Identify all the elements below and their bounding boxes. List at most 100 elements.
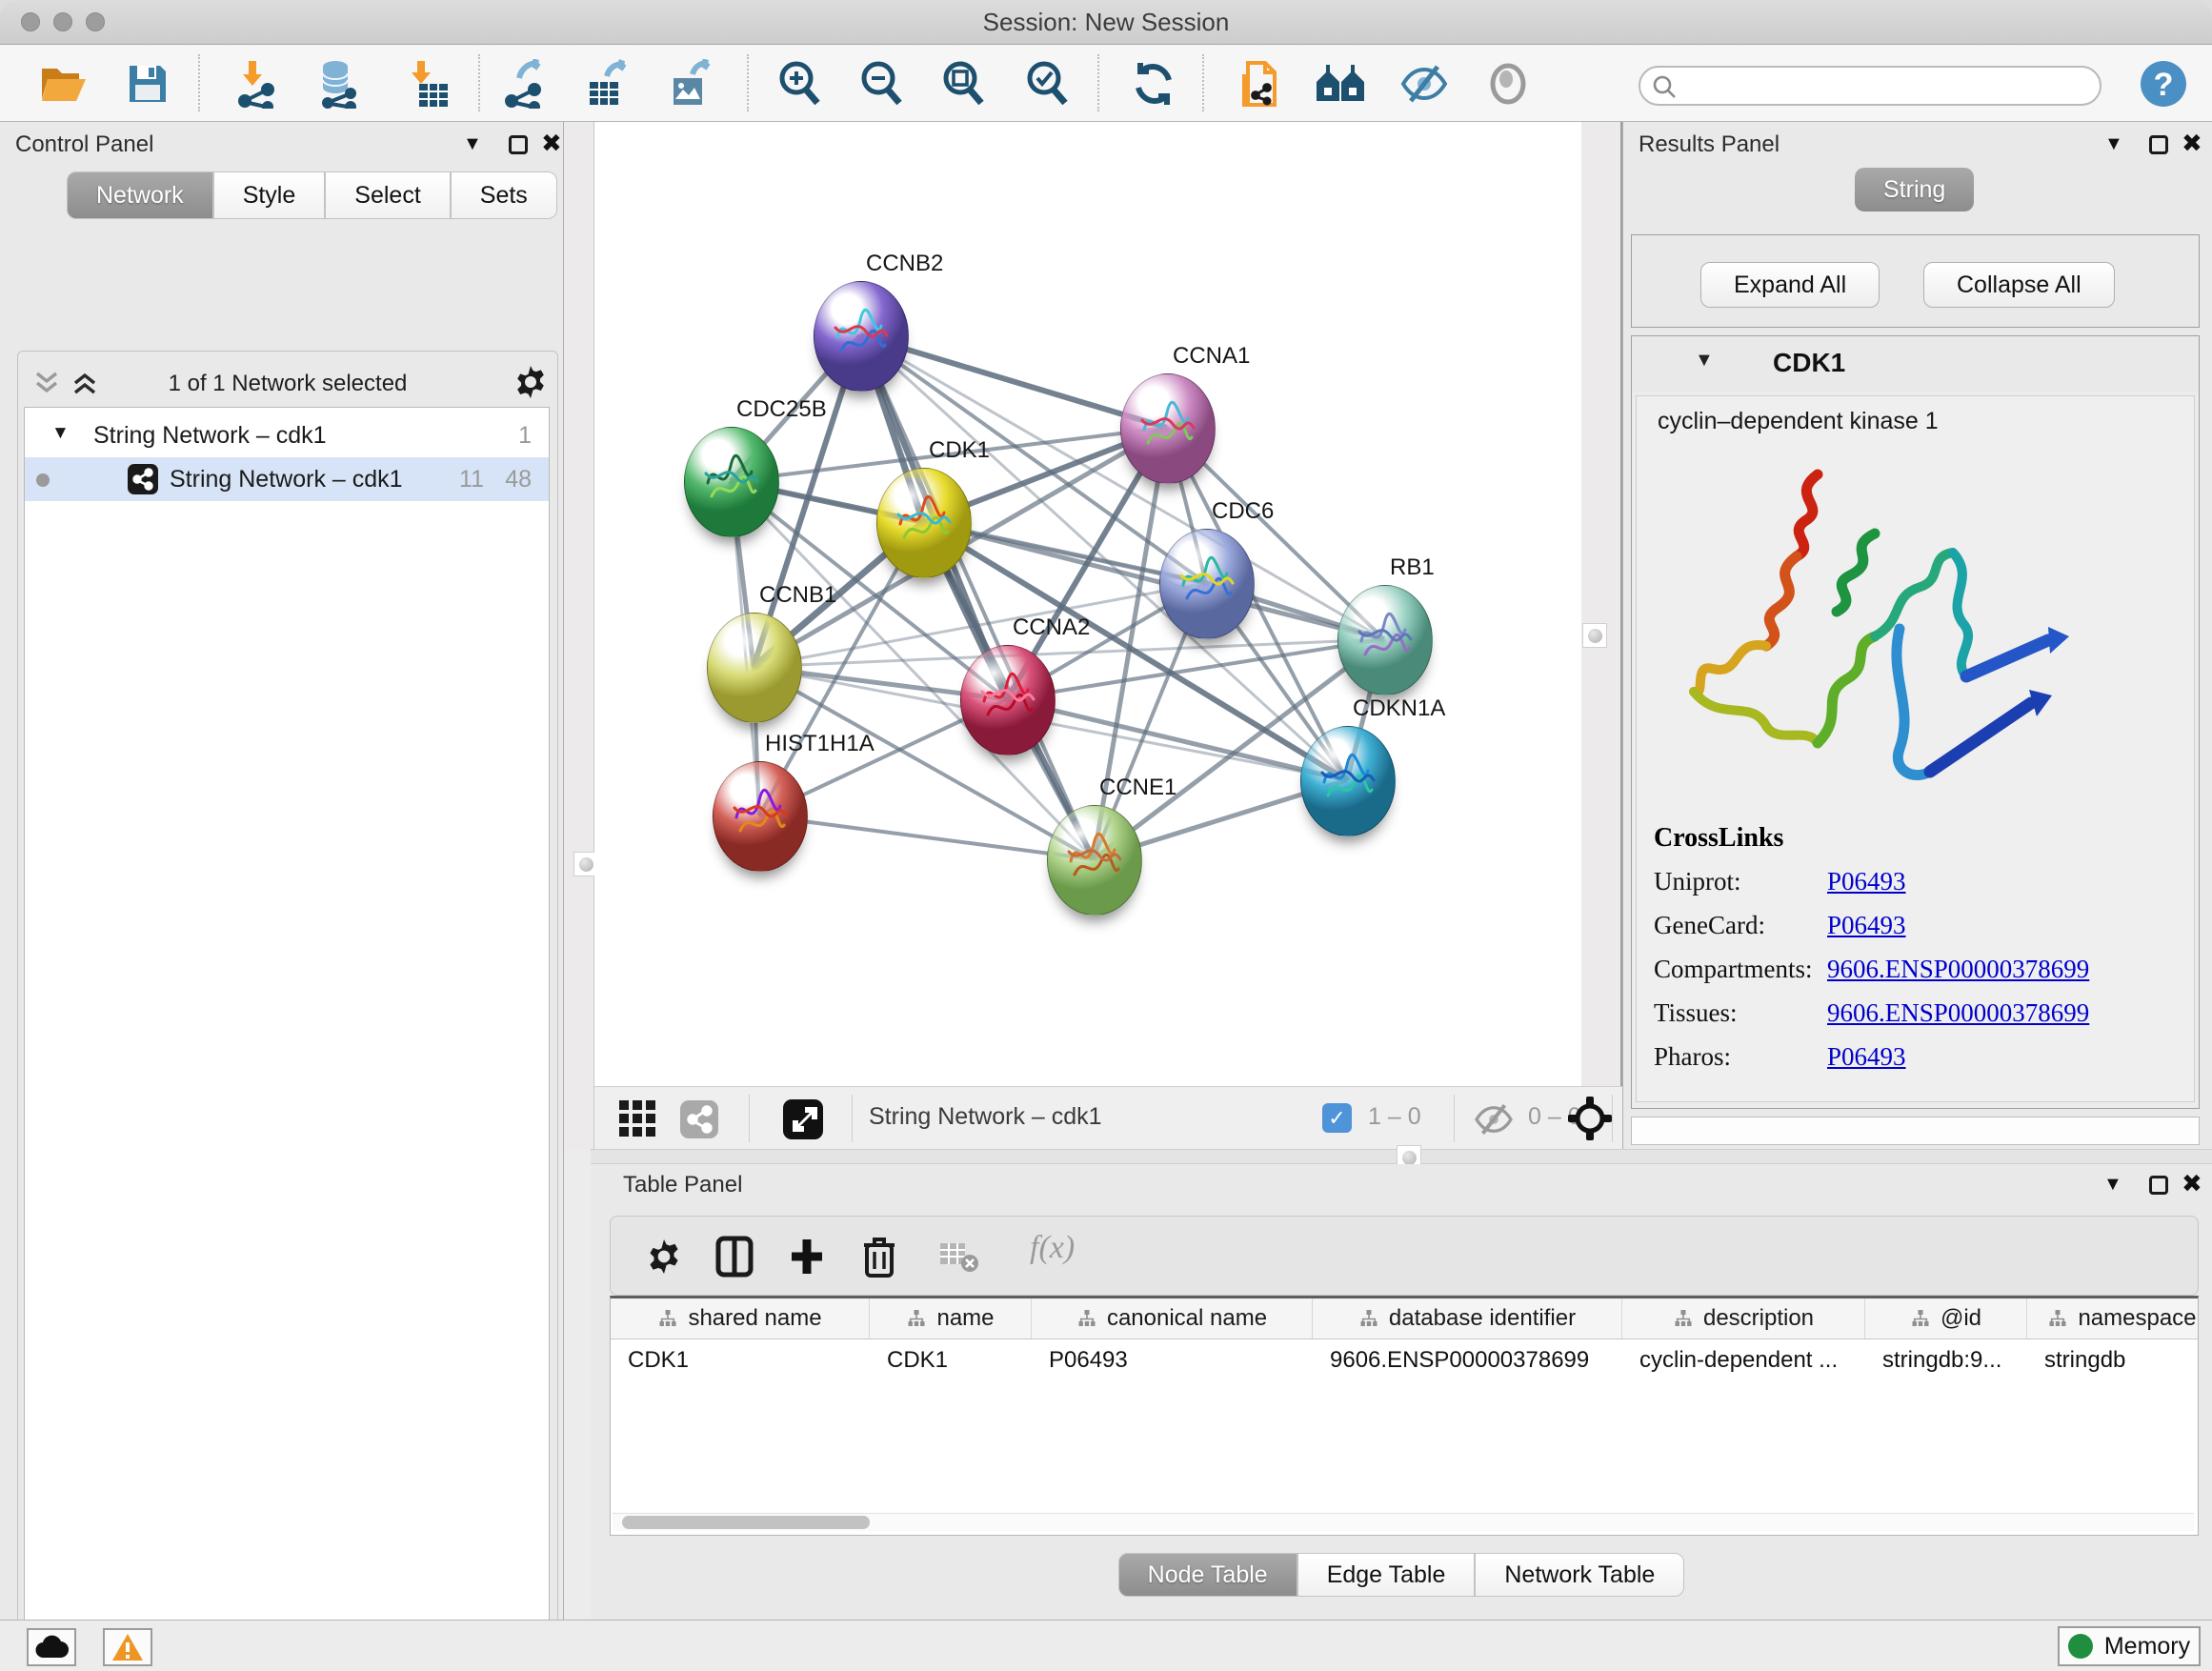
crosslink-link[interactable]: P06493 — [1827, 867, 1906, 896]
import-table-from-file-button[interactable] — [402, 58, 453, 110]
network-node-CDC6[interactable] — [1159, 529, 1255, 639]
column-header-namespace[interactable]: namespace — [2027, 1299, 2199, 1339]
export-table-button[interactable] — [581, 58, 633, 110]
export-image-button[interactable] — [665, 58, 716, 110]
home-button[interactable] — [1315, 58, 1366, 110]
zoom-selected-button[interactable] — [1021, 58, 1073, 110]
birds-eye-view-icon[interactable] — [783, 1099, 823, 1139]
tab-select[interactable]: Select — [325, 171, 450, 219]
function-builder-button[interactable]: f(x) — [1030, 1230, 1075, 1266]
tree-expander-icon[interactable]: ▼ — [51, 412, 70, 455]
tab-sets[interactable]: Sets — [451, 171, 557, 219]
tab-style[interactable]: Style — [213, 171, 326, 219]
string-import-button[interactable] — [1233, 58, 1284, 110]
expand-all-button[interactable]: Expand All — [1700, 262, 1880, 308]
network-node-RB1[interactable] — [1337, 585, 1433, 695]
horizontal-splitter[interactable] — [591, 1149, 2212, 1164]
float-panel-icon[interactable]: ▼ — [463, 133, 482, 155]
gene-header-row[interactable]: ▼ CDK1 — [1632, 336, 2199, 392]
table-row[interactable]: CDK1CDK1P064939606.ENSP00000378699cyclin… — [611, 1339, 2198, 1381]
network-node-CCNA1[interactable] — [1120, 373, 1216, 484]
fit-selected-crosshair-icon[interactable] — [1566, 1095, 1614, 1142]
section-expander-icon[interactable]: ▼ — [1695, 350, 1714, 372]
import-network-from-file-button[interactable] — [232, 58, 284, 110]
selected-checkbox-icon[interactable]: ✓ — [1322, 1103, 1352, 1133]
network-edge-HIST1H1A-CCNE1[interactable] — [759, 815, 1094, 859]
maximize-panel-icon[interactable] — [2149, 1176, 2168, 1195]
cell-namespace[interactable]: stringdb — [2027, 1339, 2199, 1381]
maximize-panel-icon[interactable] — [2149, 135, 2168, 154]
zoom-fit-button[interactable] — [937, 58, 989, 110]
column-header-description[interactable]: description — [1622, 1299, 1865, 1339]
zoom-in-button[interactable] — [774, 58, 825, 110]
crosslink-link[interactable]: P06493 — [1827, 911, 1906, 939]
results-scroll-strip[interactable] — [1631, 1117, 2200, 1145]
cell-canonical-name[interactable]: P06493 — [1032, 1339, 1313, 1381]
crosslink-link[interactable]: 9606.ENSP00000378699 — [1827, 998, 2089, 1027]
network-row[interactable]: String Network – cdk1 11 48 — [25, 457, 549, 501]
grid-view-icon[interactable] — [619, 1100, 657, 1138]
create-column-button[interactable] — [782, 1232, 832, 1281]
table-options-button[interactable] — [639, 1232, 689, 1281]
show-graphics-details-button[interactable] — [1482, 58, 1534, 110]
column-header-name[interactable]: name — [870, 1299, 1032, 1339]
search-input[interactable] — [1682, 70, 2086, 104]
import-network-from-database-button[interactable] — [312, 58, 364, 110]
help-button[interactable]: ? — [2138, 58, 2189, 110]
tab-string[interactable]: String — [1855, 168, 1974, 211]
tab-edge-table[interactable]: Edge Table — [1297, 1553, 1476, 1597]
right-splitter[interactable] — [1581, 122, 1622, 1149]
warnings-button[interactable] — [103, 1628, 152, 1666]
delete-table-button[interactable] — [935, 1232, 984, 1281]
left-splitter[interactable] — [564, 122, 594, 1149]
maximize-panel-icon[interactable] — [509, 135, 528, 154]
splitter-collapse-handle[interactable] — [1582, 623, 1607, 648]
network-node-CDKN1A[interactable] — [1300, 726, 1396, 836]
show-columns-button[interactable] — [710, 1232, 759, 1281]
network-view-canvas[interactable]: CCNB2CCNA1CDC25BCDK1CDC6RB1CCNB1CCNA2CDK… — [594, 122, 1581, 1086]
crosslink-link[interactable]: 9606.ENSP00000378699 — [1827, 955, 2089, 983]
cell-name[interactable]: CDK1 — [870, 1339, 1032, 1381]
horizontal-scrollbar[interactable] — [613, 1513, 2194, 1531]
close-panel-icon[interactable]: ✖ — [2182, 1174, 2202, 1193]
tab-node-table[interactable]: Node Table — [1118, 1553, 1297, 1597]
tab-network-table[interactable]: Network Table — [1475, 1553, 1684, 1597]
cell-description[interactable]: cyclin-dependent ... — [1622, 1339, 1865, 1381]
float-panel-icon[interactable]: ▼ — [2103, 1174, 2122, 1196]
network-edge-CCNB2-CCNE1[interactable] — [860, 335, 1094, 859]
cloud-status-button[interactable] — [27, 1628, 76, 1666]
scrollbar-thumb[interactable] — [622, 1516, 870, 1529]
network-node-CCNA2[interactable] — [960, 645, 1056, 755]
network-node-HIST1H1A[interactable] — [713, 761, 808, 872]
close-panel-icon[interactable]: ✖ — [541, 133, 562, 152]
cell--id[interactable]: stringdb:9... — [1865, 1339, 2027, 1381]
network-node-CCNB2[interactable] — [814, 281, 909, 392]
cell-shared-name[interactable]: CDK1 — [611, 1339, 870, 1381]
float-panel-icon[interactable]: ▼ — [2104, 133, 2123, 155]
apply-layout-button[interactable] — [1128, 58, 1179, 110]
cell-database-identifier[interactable]: 9606.ENSP00000378699 — [1313, 1339, 1622, 1381]
network-node-CCNB1[interactable] — [707, 613, 802, 723]
column-header-database-identifier[interactable]: database identifier — [1313, 1299, 1622, 1339]
network-view-icon[interactable] — [680, 1100, 718, 1138]
tab-network[interactable]: Network — [67, 171, 213, 219]
gear-icon[interactable] — [513, 365, 548, 399]
network-node-CDK1[interactable] — [876, 468, 972, 578]
hide-unhide-button[interactable] — [1398, 58, 1450, 110]
close-panel-icon[interactable]: ✖ — [2182, 133, 2202, 152]
network-collection-row[interactable]: ▼ String Network – cdk1 1 — [25, 413, 549, 457]
save-session-button[interactable] — [122, 58, 173, 110]
collapse-all-button[interactable]: Collapse All — [1923, 262, 2115, 308]
column-header-canonical-name[interactable]: canonical name — [1032, 1299, 1313, 1339]
network-node-CDC25B[interactable] — [684, 427, 779, 537]
column-header-shared-name[interactable]: shared name — [611, 1299, 870, 1339]
memory-button[interactable]: Memory — [2058, 1626, 2201, 1666]
network-node-CCNE1[interactable] — [1047, 805, 1142, 916]
delete-column-button[interactable] — [855, 1232, 904, 1281]
export-network-button[interactable] — [499, 58, 551, 110]
column-header--id[interactable]: @id — [1865, 1299, 2027, 1339]
open-session-button[interactable] — [38, 58, 90, 110]
zoom-out-button[interactable] — [855, 58, 907, 110]
crosslink-link[interactable]: P06493 — [1827, 1042, 1906, 1071]
search-field[interactable] — [1639, 66, 2101, 106]
